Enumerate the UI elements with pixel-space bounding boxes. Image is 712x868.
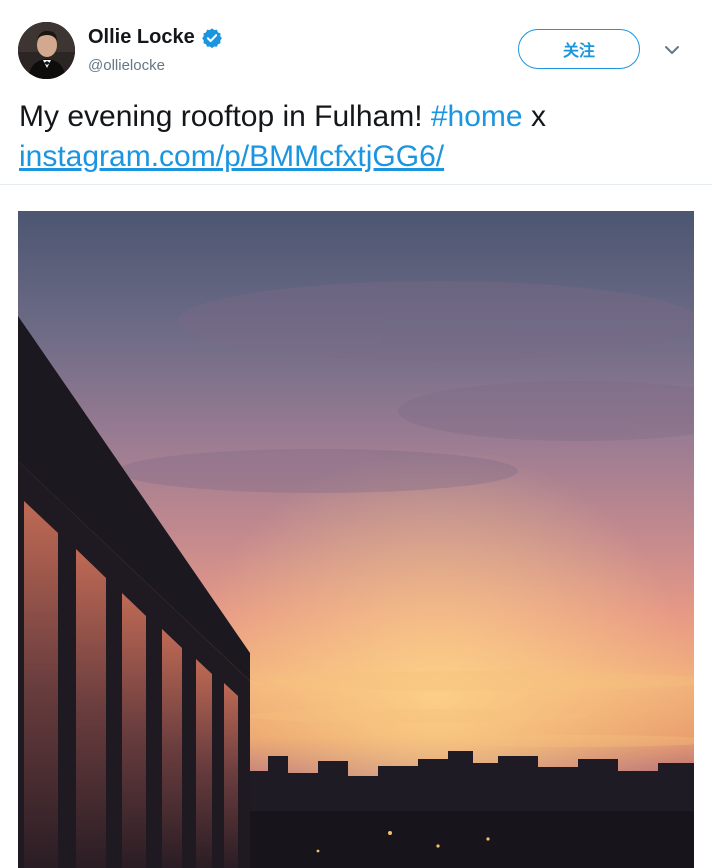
- tweet-media-photo[interactable]: [18, 211, 694, 868]
- divider: [0, 184, 712, 185]
- chevron-down-icon[interactable]: [664, 44, 680, 56]
- avatar-photo-icon: [18, 22, 75, 79]
- tweet-text-body: My evening rooftop in Fulham!: [19, 100, 431, 133]
- follow-button[interactable]: 关注: [518, 29, 640, 69]
- author-display-name[interactable]: Ollie Locke: [88, 26, 195, 49]
- sunset-rooftop-photo-icon: [18, 211, 694, 868]
- tweet-text: My evening rooftop in Fulham! #home x ins…: [19, 97, 699, 177]
- author-handle[interactable]: @ollielocke: [88, 57, 165, 74]
- author-avatar[interactable]: [18, 22, 75, 79]
- hashtag-link[interactable]: #home: [431, 100, 523, 133]
- instagram-link[interactable]: instagram.com/p/BMMcfxtjGG6/: [19, 140, 444, 173]
- tweet-text-suffix: x: [522, 100, 546, 133]
- author-name-row[interactable]: Ollie Locke: [88, 26, 223, 49]
- verified-badge-icon: [201, 27, 222, 48]
